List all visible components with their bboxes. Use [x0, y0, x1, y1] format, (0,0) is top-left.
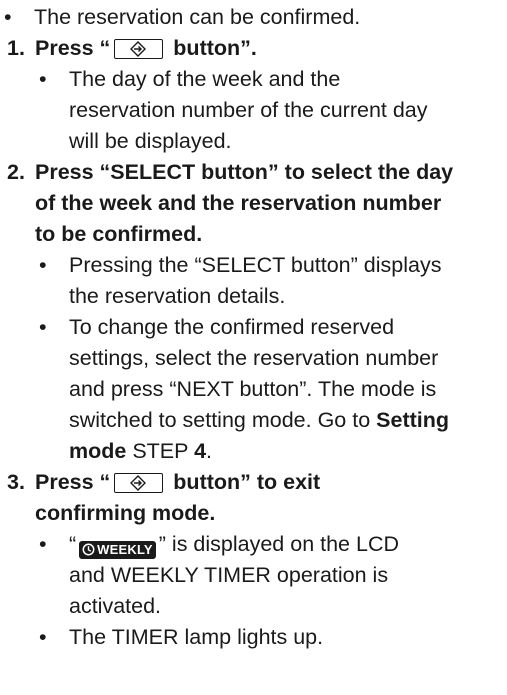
bullet-dot: •	[39, 253, 47, 277]
bullet-dot: •	[39, 532, 47, 556]
step3-instruction: Press “ button” to exit	[35, 467, 320, 498]
step3-bullet1-text: ” is displayed on the LCD	[158, 532, 400, 556]
step-ref-number: 4	[194, 439, 207, 463]
step1-bullet-line: reservation number of the current day	[69, 98, 428, 122]
step3-bullet1-line: activated.	[69, 594, 162, 618]
step1-instruction: Press “ button”.	[35, 33, 257, 64]
step3-prefix: Press “	[35, 470, 111, 494]
step3-bullet2-line: The TIMER lamp lights up.	[69, 625, 324, 649]
step2-bullet2-line: mode STEP 4.	[69, 436, 212, 467]
enter-arrow-icon	[130, 475, 147, 491]
step2-bullet2-line: and press “NEXT button”. The mode is	[69, 377, 437, 401]
step2-bullet1-line: Pressing the “SELECT button” displays	[69, 253, 442, 277]
step-number: 3.	[7, 470, 25, 494]
step2-bullet2-line: settings, select the reservation number	[69, 346, 439, 370]
open-quote: “	[69, 532, 77, 556]
step3-bullet1-line: “ WEEKLY ” is displayed on the LCD	[69, 529, 399, 560]
intro-text: The reservation can be confirmed.	[34, 5, 361, 29]
step-number: 2.	[7, 160, 25, 184]
enter-button	[114, 473, 164, 493]
step3-bullet1-line: and WEEKLY TIMER operation is	[69, 563, 389, 587]
setting-mode-ref: Setting	[376, 408, 449, 432]
step3-suffix: button” to exit	[173, 470, 321, 494]
step3-instruction-line: confirming mode.	[35, 501, 216, 525]
weekly-lcd-indicator: WEEKLY	[79, 541, 156, 559]
setting-mode-ref: mode	[69, 439, 127, 463]
step2-instruction-line: of the week and the reservation number	[35, 191, 442, 215]
step1-suffix: button”.	[173, 36, 257, 60]
step2-instruction-line: to be confirmed.	[35, 222, 203, 246]
step-label: STEP	[126, 439, 195, 463]
bullet-dot: •	[4, 5, 12, 29]
step2-bullet2-line: switched to setting mode. Go to Setting	[69, 405, 449, 436]
step1-bullet-line: The day of the week and the	[69, 67, 341, 91]
bullet-dot: •	[39, 315, 47, 339]
bullet-dot: •	[39, 67, 47, 91]
step1-bullet-line: will be displayed.	[69, 129, 232, 153]
step2-bullet2-line: To change the confirmed reserved	[69, 315, 395, 339]
period: .	[206, 439, 213, 463]
step-number: 1.	[7, 36, 25, 60]
step2-line-text: switched to setting mode. Go to	[69, 408, 377, 432]
clock-icon	[82, 543, 95, 556]
enter-arrow-icon	[130, 41, 147, 57]
step1-prefix: Press “	[35, 36, 111, 60]
step2-instruction-line: Press “SELECT button” to select the day	[35, 160, 454, 184]
weekly-lcd-label: WEEKLY	[97, 542, 153, 557]
step2-bullet1-line: the reservation details.	[69, 284, 286, 308]
enter-button	[114, 39, 164, 59]
bullet-dot: •	[39, 625, 47, 649]
